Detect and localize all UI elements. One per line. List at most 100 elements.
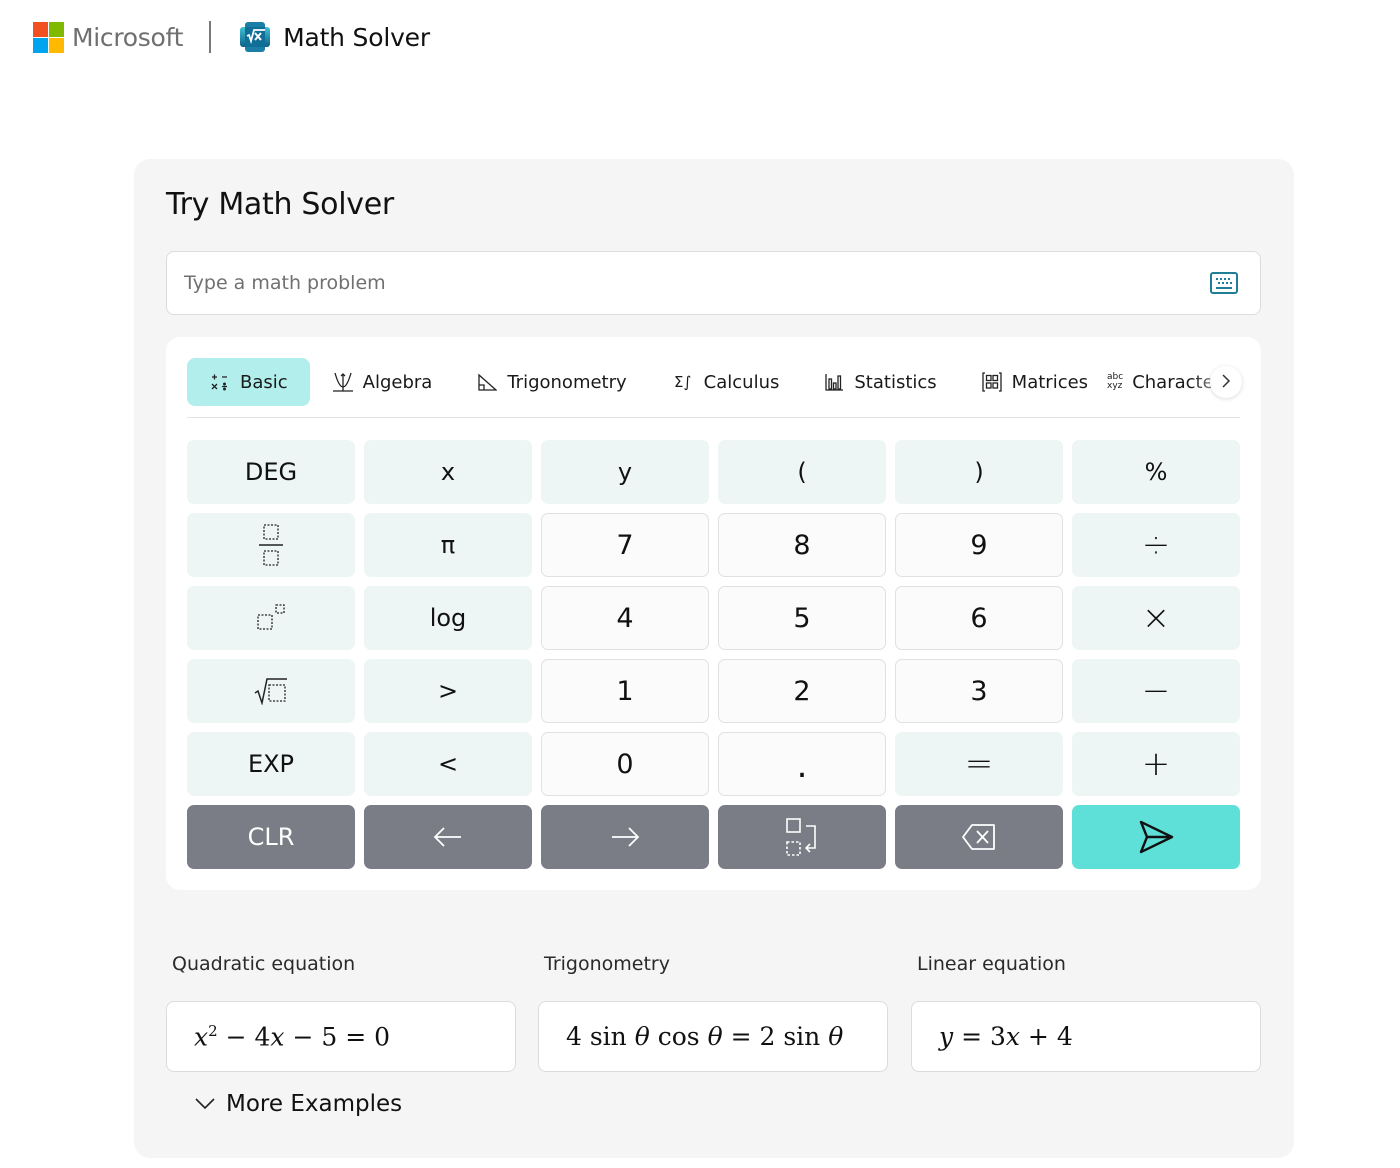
example-trigonometry: Trigonometry 4 sin θ cos θ = 2 sin θ bbox=[538, 953, 888, 1072]
digit-1-key[interactable]: 1 bbox=[541, 659, 709, 723]
square-root-x-icon[interactable] bbox=[239, 21, 271, 53]
example-expression-button[interactable]: 4 sin θ cos θ = 2 sin θ bbox=[538, 1001, 888, 1072]
key-label: 8 bbox=[793, 529, 811, 561]
card-title: Try Math Solver bbox=[166, 187, 394, 222]
key-label: 1 bbox=[616, 675, 634, 707]
app-title[interactable]: Math Solver bbox=[283, 23, 430, 52]
tab-statistics[interactable]: Statistics bbox=[801, 358, 958, 406]
y-key[interactable]: y bbox=[541, 440, 709, 504]
backspace-key[interactable] bbox=[895, 805, 1063, 869]
math-problem-input[interactable] bbox=[184, 272, 1184, 294]
digit-3-key[interactable]: 3 bbox=[895, 659, 1063, 723]
microsoft-brand[interactable]: Microsoft bbox=[72, 23, 183, 52]
key-label: 3 bbox=[970, 675, 988, 707]
square-root-key[interactable] bbox=[187, 659, 355, 723]
digit-7-key[interactable]: 7 bbox=[541, 513, 709, 577]
digit-2-key[interactable]: 2 bbox=[718, 659, 886, 723]
abc-xyz-icon: abc xyz bbox=[1107, 372, 1124, 391]
digit-8-key[interactable]: 8 bbox=[718, 513, 886, 577]
decimal-point-key[interactable]: . bbox=[718, 732, 886, 796]
chevron-right-icon bbox=[1220, 373, 1232, 392]
x-key[interactable]: x bbox=[364, 440, 532, 504]
microsoft-logo-icon[interactable] bbox=[33, 21, 64, 53]
more-examples-button[interactable]: More Examples bbox=[194, 1091, 402, 1117]
math-solver-card: Try Math Solver Type a math problem Basi… bbox=[134, 159, 1294, 1158]
tab-basic[interactable]: Basic bbox=[187, 358, 310, 406]
plus-minus-times-divide-icon bbox=[209, 371, 231, 393]
tab-trigonometry[interactable]: Trigonometry bbox=[454, 358, 648, 406]
key-label: EXP bbox=[247, 750, 295, 778]
digit-0-key[interactable]: 0 bbox=[541, 732, 709, 796]
key-label: = bbox=[964, 744, 994, 784]
multiply-key[interactable]: × bbox=[1072, 586, 1240, 650]
equals-key[interactable]: = bbox=[895, 732, 1063, 796]
exp-key[interactable]: EXP bbox=[187, 732, 355, 796]
percent-key[interactable]: % bbox=[1072, 440, 1240, 504]
log-key[interactable]: log bbox=[364, 586, 532, 650]
close-paren-key[interactable]: ) bbox=[895, 440, 1063, 504]
key-label: 2 bbox=[793, 675, 811, 707]
key-label: 5 bbox=[793, 602, 811, 634]
exponent-icon bbox=[256, 603, 286, 633]
sigma-integral-icon: Σ∫ bbox=[674, 373, 692, 391]
more-examples-label: More Examples bbox=[226, 1091, 403, 1117]
fraction-key[interactable] bbox=[187, 513, 355, 577]
key-label: DEG bbox=[244, 458, 298, 486]
tab-label: Matrices bbox=[1011, 371, 1089, 393]
tab-algebra[interactable]: Algebra bbox=[310, 358, 455, 406]
tab-label: Trigonometry bbox=[507, 371, 627, 393]
digit-6-key[interactable]: 6 bbox=[895, 586, 1063, 650]
example-expression-button[interactable]: y = 3x + 4 bbox=[911, 1001, 1261, 1072]
tab-label: Basic bbox=[240, 371, 288, 393]
matrix-icon bbox=[981, 371, 1003, 393]
arrow-right-icon bbox=[610, 826, 640, 848]
header-divider bbox=[209, 21, 212, 53]
example-expression-button[interactable]: x2 − 4x − 5 = 0 bbox=[166, 1001, 516, 1072]
key-label: > bbox=[437, 677, 459, 705]
tab-label: Algebra bbox=[362, 371, 433, 393]
tabs-scroll-right-button[interactable] bbox=[1210, 366, 1242, 398]
digit-9-key[interactable]: 9 bbox=[895, 513, 1063, 577]
minus-key[interactable]: − bbox=[1072, 659, 1240, 723]
divide-key[interactable]: ÷ bbox=[1072, 513, 1240, 577]
exponent-key[interactable] bbox=[187, 586, 355, 650]
send-icon bbox=[1138, 820, 1174, 854]
example-label: Trigonometry bbox=[544, 953, 670, 975]
greater-than-key[interactable]: > bbox=[364, 659, 532, 723]
less-than-key[interactable]: < bbox=[364, 732, 532, 796]
tab-calculus[interactable]: Σ∫ Calculus bbox=[649, 358, 802, 406]
solve-key[interactable] bbox=[1072, 805, 1240, 869]
key-label: 0 bbox=[616, 748, 634, 780]
digit-5-key[interactable]: 5 bbox=[718, 586, 886, 650]
keypad-panel: Basic Algebra Trigonometry Σ∫ Calculus S… bbox=[166, 337, 1261, 890]
plus-key[interactable]: + bbox=[1072, 732, 1240, 796]
key-label: ( bbox=[797, 458, 807, 486]
tab-matrices[interactable]: Matrices bbox=[959, 358, 1110, 406]
keypad-grid: DEG x y ()% π 7 8 9 ÷ log 4 5 6 × >1 2 3 − EXP <0. = + CLR bbox=[187, 440, 1240, 869]
clear-key[interactable]: CLR bbox=[187, 805, 355, 869]
key-label: CLR bbox=[247, 823, 295, 851]
deg-key[interactable]: DEG bbox=[187, 440, 355, 504]
key-label: % bbox=[1144, 458, 1168, 486]
cursor-left-key[interactable] bbox=[364, 805, 532, 869]
example-expression: 4 sin θ cos θ = 2 sin θ bbox=[566, 1022, 844, 1051]
example-label: Linear equation bbox=[917, 953, 1066, 975]
cursor-right-key[interactable] bbox=[541, 805, 709, 869]
arrow-left-icon bbox=[433, 826, 463, 848]
key-label: log bbox=[429, 604, 467, 632]
keyboard-icon[interactable] bbox=[1210, 272, 1238, 294]
parabola-icon bbox=[332, 371, 354, 393]
example-expression: y = 3x + 4 bbox=[939, 1022, 1073, 1051]
key-label: 7 bbox=[616, 529, 634, 561]
key-label: ÷ bbox=[1141, 525, 1171, 565]
digit-4-key[interactable]: 4 bbox=[541, 586, 709, 650]
pi-key[interactable]: π bbox=[364, 513, 532, 577]
triangle-icon bbox=[476, 371, 498, 393]
key-label: x bbox=[440, 458, 456, 486]
example-quadratic: Quadratic equation x2 − 4x − 5 = 0 bbox=[166, 953, 516, 1072]
backspace-icon bbox=[961, 823, 997, 851]
new-line-key[interactable] bbox=[718, 805, 886, 869]
key-label: − bbox=[1141, 671, 1171, 711]
square-root-icon bbox=[254, 677, 288, 705]
open-paren-key[interactable]: ( bbox=[718, 440, 886, 504]
